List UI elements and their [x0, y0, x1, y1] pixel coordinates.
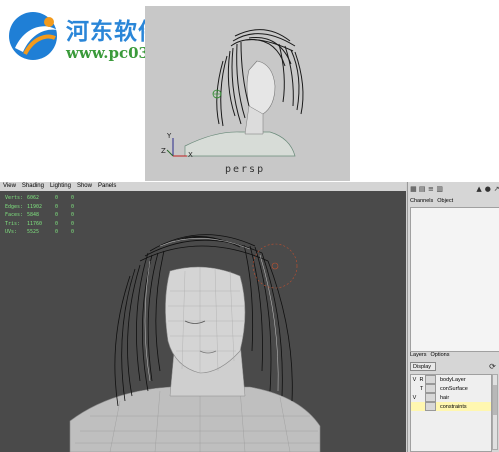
- top-persp-viewport[interactable]: Y Z X persp: [145, 6, 350, 181]
- layers-scrollbar[interactable]: [492, 374, 498, 450]
- render-icon[interactable]: ▲: [476, 185, 483, 193]
- panel-toolbar: ▦ ▤ ≡ ▥ ▲ ● ↗: [408, 182, 499, 196]
- layers-list: V R bodyLayer T conSurface V hair constr…: [410, 374, 492, 452]
- top-render: [166, 29, 304, 157]
- layer-color-swatch[interactable]: [425, 402, 436, 411]
- axis-y-label: Y: [167, 132, 172, 140]
- axis-x-label: X: [188, 151, 193, 159]
- layer-color-swatch[interactable]: [425, 384, 436, 393]
- outliner-icon[interactable]: ▥: [436, 185, 443, 193]
- refresh-icon[interactable]: ⟳: [488, 362, 497, 371]
- scrollbar-thumb[interactable]: [493, 385, 497, 415]
- hud-row: Tris: 11760 0 0: [5, 220, 75, 227]
- main-viewport[interactable]: Verts: 6062 0 0 Edges: 11902 0 0 Faces: …: [0, 191, 406, 452]
- persp-label: persp: [225, 164, 266, 175]
- pin-icon[interactable]: ↗: [493, 185, 499, 193]
- tab-channels[interactable]: Channels: [410, 198, 433, 204]
- hud-row: Verts: 6062 0 0: [5, 195, 75, 201]
- viewport-menubar: View Shading Lighting Show Panels: [0, 182, 406, 191]
- tab-options[interactable]: Options: [431, 352, 450, 358]
- list-icon[interactable]: ≡: [428, 185, 435, 193]
- menu-panels[interactable]: Panels: [98, 182, 116, 191]
- layer-row[interactable]: T conSurface: [411, 384, 491, 393]
- tab-layers[interactable]: Layers: [410, 352, 427, 358]
- display-dropdown[interactable]: Display ▾: [410, 362, 436, 379]
- layer-color-swatch[interactable]: [425, 375, 436, 384]
- poly-count-hud: Verts: 6062 0 0 Edges: 11902 0 0 Faces: …: [5, 194, 74, 237]
- menu-lighting[interactable]: Lighting: [50, 182, 71, 191]
- menu-shading[interactable]: Shading: [22, 182, 44, 191]
- axis-z-label: Z: [161, 147, 166, 155]
- channel-tabs: Channels Object: [408, 198, 453, 204]
- sphere-icon[interactable]: ●: [484, 185, 491, 193]
- tab-object[interactable]: Object: [437, 198, 453, 204]
- channel-box[interactable]: [410, 207, 499, 352]
- hud-row: Faces: 5848 0 0: [5, 212, 75, 218]
- layer-row[interactable]: V hair: [411, 393, 491, 402]
- maya-window: View Shading Lighting Show Panels Verts:…: [0, 182, 499, 452]
- hud-row: Edges: 11902 0 0: [5, 203, 75, 210]
- layer-tabs: Layers Options: [410, 352, 449, 358]
- right-panel: ▦ ▤ ≡ ▥ ▲ ● ↗ Channels Object Layers Opt…: [407, 182, 499, 452]
- grid-icon[interactable]: ▦: [410, 185, 417, 193]
- layer-color-swatch[interactable]: [425, 393, 436, 402]
- menu-show[interactable]: Show: [77, 182, 92, 191]
- layout-icon[interactable]: ▤: [419, 185, 426, 193]
- menu-view[interactable]: View: [3, 182, 16, 191]
- pc0359-logo-icon: [9, 12, 57, 60]
- layer-row-selected[interactable]: constraints: [411, 402, 491, 411]
- layer-row[interactable]: V R bodyLayer: [411, 375, 491, 384]
- hud-row: UVs: 5525 0 0: [5, 229, 75, 235]
